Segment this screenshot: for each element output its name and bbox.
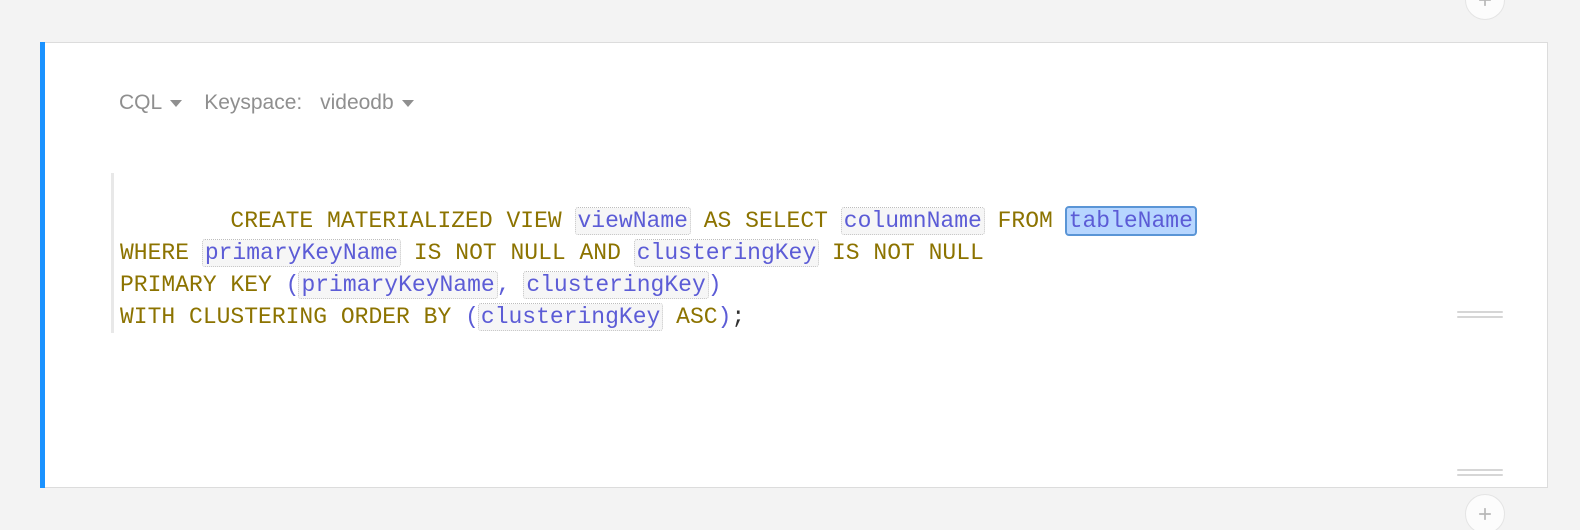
placeholder-columnname[interactable]: columnName xyxy=(842,208,984,234)
code-line: WHERE primaryKeyName IS NOT NULL AND clu… xyxy=(120,237,1507,269)
cell-toolbar: CQL Keyspace: videodb xyxy=(119,91,414,115)
code-line: CREATE MATERIALIZED VIEW viewName AS SEL… xyxy=(120,173,1507,237)
placeholder-clusteringkey[interactable]: clusteringKey xyxy=(635,240,818,266)
keyword: WITH CLUSTERING ORDER BY xyxy=(120,304,451,330)
keyword: IS NOT NULL AND xyxy=(414,240,621,266)
punct: ) xyxy=(708,272,722,298)
keyword: CREATE MATERIALIZED VIEW xyxy=(230,208,561,234)
placeholder-viewname[interactable]: viewName xyxy=(576,208,690,234)
code-line: PRIMARY KEY (primaryKeyName, clusteringK… xyxy=(120,269,1507,301)
add-cell-above-button[interactable] xyxy=(1465,0,1505,20)
keyspace-selector[interactable]: Keyspace: videodb xyxy=(204,91,413,115)
chevron-down-icon xyxy=(170,100,182,107)
punct: ) xyxy=(718,304,732,330)
keyword: FROM xyxy=(998,208,1053,234)
code-editor[interactable]: CREATE MATERIALIZED VIEW viewName AS SEL… xyxy=(111,173,1507,333)
keyspace-prefix: Keyspace: xyxy=(204,91,302,115)
placeholder-primarykeyname[interactable]: primaryKeyName xyxy=(203,240,400,266)
cell-resize-handle[interactable] xyxy=(1457,467,1503,477)
editor-resize-handle[interactable] xyxy=(1457,309,1503,319)
language-label: CQL xyxy=(119,91,162,115)
add-cell-below-button[interactable] xyxy=(1465,494,1505,530)
cell-accent-bar xyxy=(40,42,45,488)
placeholder-primarykeyname[interactable]: primaryKeyName xyxy=(299,272,496,298)
language-selector[interactable]: CQL xyxy=(119,91,182,115)
keyword: IS NOT NULL xyxy=(832,240,984,266)
placeholder-clusteringkey[interactable]: clusteringKey xyxy=(524,272,707,298)
keyword: PRIMARY KEY xyxy=(120,272,272,298)
keyword: AS SELECT xyxy=(704,208,828,234)
keyword: WHERE xyxy=(120,240,189,266)
keyspace-value: videodb xyxy=(320,91,394,115)
plus-icon xyxy=(1475,0,1495,10)
punct: ( xyxy=(286,272,300,298)
chevron-down-icon xyxy=(402,100,414,107)
punct: ( xyxy=(465,304,479,330)
punct: , xyxy=(497,272,511,298)
placeholder-tablename[interactable]: tableName xyxy=(1067,208,1195,234)
plus-icon xyxy=(1475,504,1495,524)
placeholder-clusteringkey[interactable]: clusteringKey xyxy=(479,304,662,330)
notebook-cell[interactable]: CQL Keyspace: videodb CREATE MATERIALIZE… xyxy=(40,42,1548,488)
code-line: WITH CLUSTERING ORDER BY (clusteringKey … xyxy=(120,301,1507,333)
keyword: ASC xyxy=(676,304,717,330)
punct: ; xyxy=(731,304,745,330)
